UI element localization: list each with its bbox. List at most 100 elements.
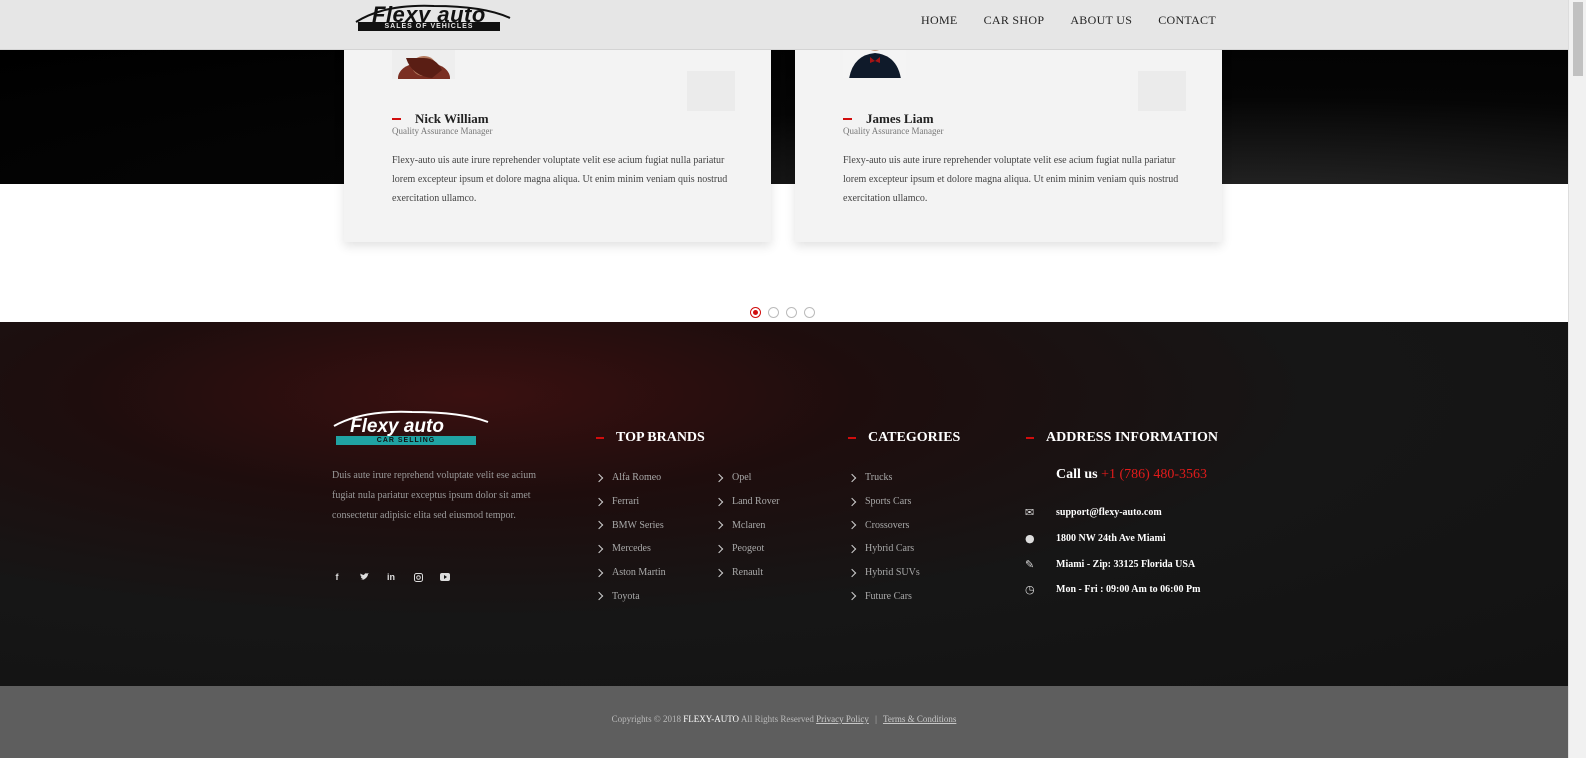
carousel-dots — [750, 307, 815, 318]
footer-logo-tagline: CAR SELLING — [336, 436, 476, 445]
brand-link[interactable]: Toyota — [594, 584, 666, 608]
brand-link[interactable]: BMW Series — [594, 513, 666, 537]
brand-link[interactable]: Peogeot — [714, 537, 780, 561]
map-pin-icon: ● — [1025, 532, 1035, 546]
envelope-icon: ✉ — [1025, 506, 1035, 520]
testimonial-role: Quality Assurance Manager — [392, 126, 493, 136]
testimonial-card: James Liam Quality Assurance Manager Fle… — [795, 17, 1222, 242]
chevron-right-icon — [594, 592, 604, 601]
scrollbar-thumb[interactable] — [1573, 2, 1583, 76]
category-link[interactable]: Trucks — [847, 466, 920, 490]
page-scrollbar[interactable] — [1568, 0, 1586, 758]
brand-link[interactable]: Mercedes — [594, 537, 666, 561]
accent-dash — [596, 437, 604, 439]
chevron-right-icon — [594, 568, 604, 577]
nav-about-us[interactable]: ABOUT US — [1070, 13, 1132, 28]
testimonial-card: Nick William Quality Assurance Manager F… — [344, 18, 771, 242]
nav-contact[interactable]: CONTACT — [1158, 13, 1216, 28]
testimonial-text: Flexy-auto uis aute irure reprehender vo… — [392, 155, 728, 204]
category-link[interactable]: Future Cars — [847, 584, 920, 608]
quote-icon — [687, 71, 735, 111]
chevron-right-icon — [594, 520, 604, 530]
accent-dash — [848, 437, 856, 439]
testimonial-role: Quality Assurance Manager — [843, 126, 944, 136]
brand-link[interactable]: Renault — [714, 561, 780, 585]
nav-home[interactable]: HOME — [921, 13, 958, 28]
chevron-right-icon — [847, 497, 857, 506]
address-list: ✉ support@flexy-auto.com ● 1800 NW 24th Av… — [1025, 500, 1200, 603]
social-links: f in — [332, 572, 450, 582]
brands-list-2: Opel Land Rover Mclaren Peogeot Renault — [714, 466, 780, 585]
brand-link[interactable]: Aston Martin — [594, 561, 666, 585]
hours-item: ◷ Mon - Fri : 09:00 Am to 06:00 Pm — [1025, 577, 1200, 603]
accent-dash — [843, 118, 852, 120]
linkedin-icon[interactable]: in — [386, 572, 396, 582]
chevron-right-icon — [714, 568, 724, 577]
testimonial-background — [0, 50, 1568, 184]
top-brands-heading: TOP BRANDS — [596, 430, 705, 446]
brand-link[interactable]: Mclaren — [714, 513, 780, 537]
category-link[interactable]: Sports Cars — [847, 490, 920, 514]
footer-logo[interactable]: Flexy auto CAR SELLING — [332, 408, 492, 448]
phone-number[interactable]: +1 (786) 480-3563 — [1101, 467, 1207, 482]
call-us: Call us +1 (786) 480-3563 — [1056, 467, 1207, 483]
email-item: ✉ support@flexy-auto.com — [1025, 500, 1200, 526]
chevron-right-icon — [714, 473, 724, 483]
testimonial-name: James Liam — [866, 111, 934, 126]
copyright-suffix: All Rights Reserved — [740, 714, 814, 724]
footer-about-text: Duis aute irure reprehend voluptate veli… — [332, 470, 537, 521]
quote-icon — [1138, 71, 1186, 111]
twitter-icon[interactable] — [359, 572, 369, 582]
chevron-right-icon — [847, 568, 857, 577]
copyright-brand: FLEXY-AUTO — [683, 714, 740, 724]
categories-title: CATEGORIES — [868, 430, 961, 445]
chevron-right-icon — [847, 592, 857, 601]
top-brands-title: TOP BRANDS — [616, 430, 705, 445]
privacy-policy-link[interactable]: Privacy Policy — [816, 714, 869, 724]
address-title: ADDRESS INFORMATION — [1046, 430, 1219, 445]
terms-link[interactable]: Terms & Conditions — [883, 714, 956, 724]
categories-heading: CATEGORIES — [848, 430, 960, 446]
site-logo[interactable]: Flexy auto SALES OF VEHICLES — [354, 0, 514, 36]
category-link[interactable]: Hybrid Cars — [847, 537, 920, 561]
category-link[interactable]: Crossovers — [847, 513, 920, 537]
testimonial-text: Flexy-auto uis aute irure reprehender vo… — [843, 155, 1179, 204]
brand-link[interactable]: Land Rover — [714, 490, 780, 514]
main-nav: HOME CAR SHOP ABOUT US CONTACT — [921, 13, 1216, 28]
chevron-right-icon — [714, 544, 724, 554]
nav-car-shop[interactable]: CAR SHOP — [984, 13, 1045, 28]
chevron-right-icon — [594, 473, 604, 483]
email-link[interactable]: support@flexy-auto.com — [1056, 507, 1162, 518]
accent-dash — [1026, 437, 1034, 439]
carousel-dot[interactable] — [750, 307, 761, 318]
carousel-dot[interactable] — [786, 307, 797, 318]
chevron-right-icon — [714, 520, 724, 530]
brand-link[interactable]: Ferrari — [594, 490, 666, 514]
youtube-icon[interactable] — [440, 572, 450, 582]
copyright-bar: Copyrights © 2018 FLEXY-AUTO All Rights … — [0, 686, 1568, 758]
street-item: ● 1800 NW 24th Ave Miami — [1025, 526, 1200, 552]
copyright-text: Copyrights © 2018 FLEXY-AUTO All Rights … — [0, 714, 1568, 724]
call-label: Call us — [1056, 467, 1098, 482]
instagram-icon[interactable] — [413, 572, 423, 582]
category-link[interactable]: Hybrid SUVs — [847, 561, 920, 585]
brand-link[interactable]: Opel — [714, 466, 780, 490]
accent-dash — [392, 118, 401, 120]
chevron-right-icon — [714, 497, 724, 506]
categories-list: Trucks Sports Cars Crossovers Hybrid Car… — [847, 466, 920, 608]
brand-link[interactable]: Alfa Romeo — [594, 466, 666, 490]
chevron-right-icon — [594, 544, 604, 554]
clock-icon: ◷ — [1025, 583, 1035, 597]
city-item: ✎ Miami - Zip: 33125 Florida USA — [1025, 551, 1200, 577]
brands-list: Alfa Romeo Ferrari BMW Series Mercedes A… — [594, 466, 666, 608]
facebook-icon[interactable]: f — [332, 572, 342, 582]
footer-logo-text: Flexy auto — [350, 416, 444, 437]
site-footer: Flexy auto CAR SELLING Duis aute irure r… — [0, 322, 1568, 686]
chevron-right-icon — [847, 544, 857, 554]
carousel-dot[interactable] — [768, 307, 779, 318]
carousel-dot[interactable] — [804, 307, 815, 318]
testimonial-name: Nick William — [415, 111, 489, 126]
logo-tagline: SALES OF VEHICLES — [358, 22, 500, 31]
city-address: Miami - Zip: 33125 Florida USA — [1056, 558, 1196, 570]
opening-hours: Mon - Fri : 09:00 Am to 06:00 Pm — [1056, 584, 1201, 596]
